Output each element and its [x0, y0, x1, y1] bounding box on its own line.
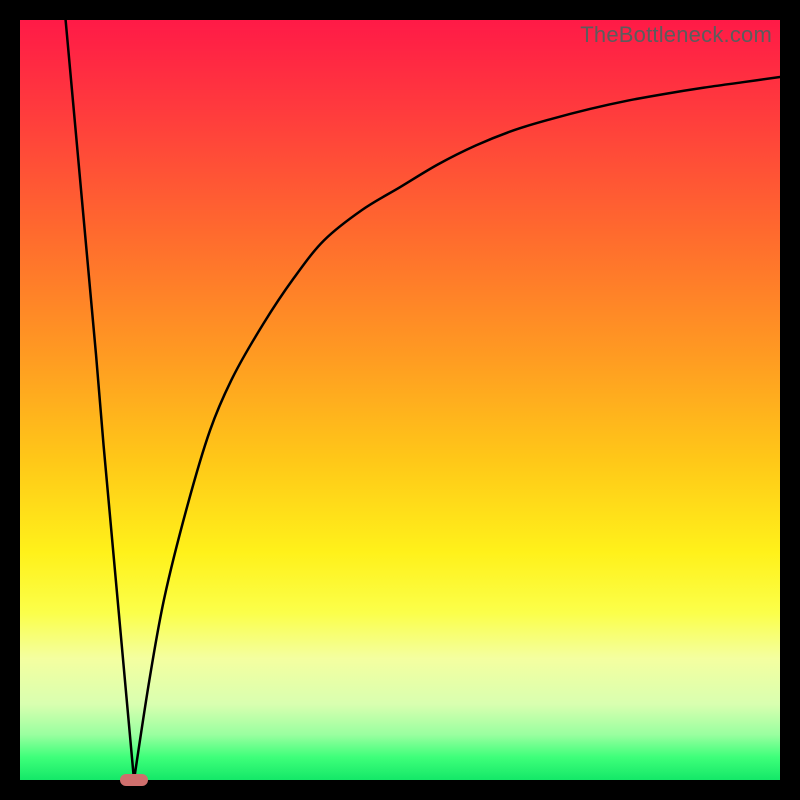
chart-frame: TheBottleneck.com: [20, 20, 780, 780]
optimal-point-marker: [120, 774, 148, 786]
bottleneck-curve: [20, 20, 780, 780]
